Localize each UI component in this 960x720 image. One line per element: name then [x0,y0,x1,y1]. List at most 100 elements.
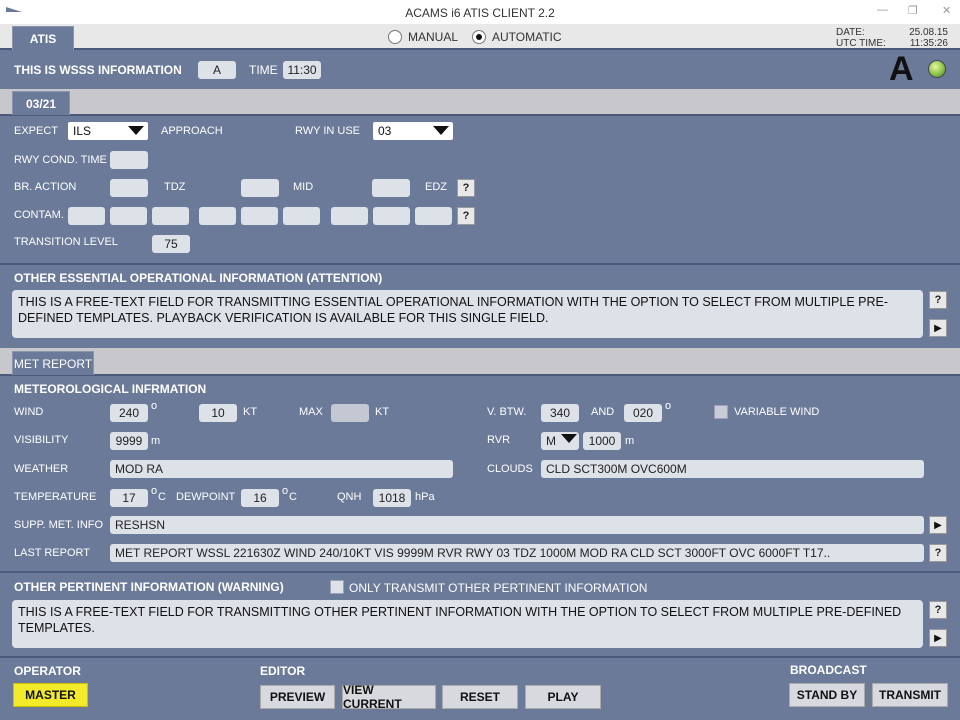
approach-label: APPROACH [161,125,223,137]
minimize-icon[interactable]: — [877,4,888,16]
help-button[interactable]: ? [929,601,947,619]
met-tab-bar [0,348,960,376]
runway-tab-bar [0,89,960,115]
edz-label: EDZ [425,181,447,193]
rwy-in-use-value: 03 [378,124,392,138]
contam-field[interactable] [241,207,278,225]
rvr-mode-value: M [546,434,556,448]
reset-button[interactable]: RESET [442,685,518,709]
radio-circle[interactable] [388,30,402,44]
mid-field[interactable] [372,179,410,197]
temperature-label: TEMPERATURE [14,491,97,503]
time-field[interactable]: 11:30 [283,61,321,79]
stand-by-button[interactable]: STAND BY [789,683,865,707]
meter-unit: m [625,435,635,447]
chevron-down-icon [433,126,449,135]
broadcast-label: BROADCAST [790,663,867,677]
chevron-down-icon [561,434,577,443]
play-button[interactable]: PLAY [525,685,601,709]
information-letter-field[interactable]: A [198,61,236,79]
rwy-cond-time-label: RWY COND. TIME [14,154,107,166]
max-wind-field[interactable] [331,404,369,422]
variable-wind-label: VARIABLE WIND [734,406,820,418]
tab-atis[interactable]: ATIS [12,26,74,50]
qnh-field[interactable]: 1018 [373,489,411,507]
contam-field[interactable] [415,207,452,225]
transition-level-field[interactable]: 75 [152,235,190,253]
divider [0,114,960,116]
transition-level-label: TRANSITION LEVEL [14,236,118,248]
dewpoint-field[interactable]: 16 [241,489,279,507]
window-title: ACAMS i6 ATIS CLIENT 2.2 [405,6,555,20]
last-report-field[interactable]: MET REPORT WSSL 221630Z WIND 240/10KT VI… [110,544,924,562]
variable-wind-checkbox[interactable] [714,405,728,419]
help-button[interactable]: ? [457,207,475,225]
br-action-field[interactable] [110,179,148,197]
contam-label: CONTAM. [14,209,64,221]
transmit-button[interactable]: TRANSMIT [872,683,948,707]
visibility-field[interactable]: 9999 [110,432,148,450]
tdz-field[interactable] [241,179,279,197]
wind-direction-field[interactable]: 240 [110,404,148,422]
contam-field[interactable] [68,207,105,225]
play-icon[interactable]: ▶ [929,629,947,647]
only-transmit-pertinent-checkbox[interactable] [330,580,344,594]
contam-field[interactable] [331,207,368,225]
restore-icon[interactable]: ❐ [908,4,918,17]
rvr-value-field[interactable]: 1000 [583,432,621,450]
preview-button[interactable]: PREVIEW [260,685,335,709]
master-button[interactable]: MASTER [13,683,88,707]
degree-symbol: o [282,485,289,497]
divider [0,571,960,573]
help-button[interactable]: ? [457,179,475,197]
close-icon[interactable]: ✕ [942,4,951,17]
rwy-cond-time-field[interactable] [110,151,148,169]
date-values: 25.08.15 11:35:26 [900,27,948,49]
contam-field[interactable] [199,207,236,225]
help-button[interactable]: ? [929,544,947,562]
date-labels: DATE: UTC TIME: [836,27,886,49]
vbtw-from-field[interactable]: 340 [541,404,579,422]
kt-unit: KT [375,406,390,418]
tab-met-report[interactable]: MET REPORT [12,351,94,375]
last-report-label: LAST REPORT [14,547,91,559]
pertinent-info-textarea[interactable]: THIS IS A FREE-TEXT FIELD FOR TRANSMITTI… [12,600,923,648]
temperature-field[interactable]: 17 [110,489,148,507]
current-information-letter: A [889,50,914,88]
contam-field[interactable] [283,207,320,225]
time-label: TIME [249,63,278,77]
expect-label: EXPECT [14,125,59,137]
date-value: 25.08.15 [909,27,948,38]
wind-speed-field[interactable]: 10 [199,404,237,422]
contam-field[interactable] [373,207,410,225]
view-current-button[interactable]: VIEW CURRENT [342,683,436,711]
clouds-field[interactable]: CLD SCT300M OVC600M [541,460,924,478]
title-bar: ACAMS i6 ATIS CLIENT 2.2 — ❐ ✕ [0,0,960,24]
only-transmit-pertinent-label: ONLY TRANSMIT OTHER PERTINENT INFORMATIO… [349,581,648,595]
vbtw-to-field[interactable]: 020 [624,404,662,422]
rwy-in-use-dropdown[interactable]: 03 [373,122,453,140]
weather-field[interactable]: MOD RA [110,460,453,478]
play-icon[interactable]: ▶ [929,516,947,534]
radio-circle-selected[interactable] [472,30,486,44]
date-label: DATE: [836,27,865,38]
play-icon[interactable]: ▶ [929,319,947,337]
celsius-unit: C [289,491,297,503]
wind-label: WIND [14,406,44,418]
contam-field[interactable] [110,207,147,225]
pertinent-info-title: OTHER PERTINENT INFORMATION (WARNING) [14,580,284,594]
contam-field[interactable] [152,207,189,225]
mode-manual-radio[interactable]: MANUAL [388,30,458,44]
tab-runway-03-21[interactable]: 03/21 [12,91,70,115]
supp-met-info-field[interactable]: RESHSN [110,516,924,534]
divider [0,374,960,376]
met-info-title: METEOROLOGICAL INFRMATION [14,382,207,396]
tdz-label: TDZ [164,181,186,193]
help-button[interactable]: ? [929,291,947,309]
mode-automatic-radio[interactable]: AUTOMATIC [472,30,562,44]
celsius-unit: C [158,491,166,503]
vbtw-label: V. BTW. [487,406,527,418]
essential-info-textarea[interactable]: THIS IS A FREE-TEXT FIELD FOR TRANSMITTI… [12,290,923,338]
expect-dropdown[interactable]: ILS [68,122,148,140]
degree-symbol: o [151,485,158,497]
